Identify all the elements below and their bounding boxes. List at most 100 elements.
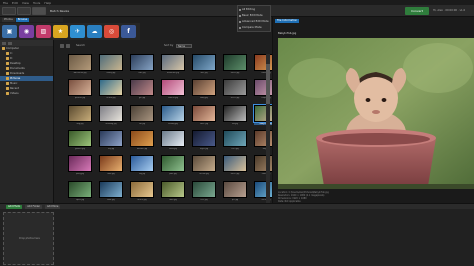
- photo-thumbnail[interactable]: garden.jpg: [68, 129, 92, 152]
- photo-thumbnail[interactable]: lake.jpg: [192, 54, 216, 76]
- edit-button[interactable]: [32, 7, 46, 15]
- photo-thumbnail[interactable]: desert.jpg: [130, 180, 154, 203]
- refresh-icon[interactable]: [8, 41, 12, 45]
- thumbnail-image: [99, 54, 123, 71]
- menu-item-edit[interactable]: Edit: [12, 1, 18, 5]
- photo-thumbnail[interactable]: river.jpg: [223, 129, 247, 152]
- thumbnail-caption: friends.jpg: [199, 173, 209, 176]
- photo-thumbnail[interactable]: sport.jpg: [68, 180, 92, 203]
- photo-editor-icon[interactable]: ▣: [2, 25, 17, 38]
- photo-thumbnail[interactable]: #Beautiful.jpg: [68, 54, 92, 76]
- toolbar-title: Batch Resize: [50, 9, 70, 13]
- photo-thumbnail[interactable]: holiday.jpg: [161, 104, 185, 127]
- photo-thumbnail[interactable]: travel.jpg: [223, 155, 247, 177]
- photo-thumbnail[interactable]: bw.jpg: [223, 104, 247, 127]
- tab-browse[interactable]: Browse: [15, 18, 30, 22]
- facebook-icon[interactable]: f: [121, 25, 136, 38]
- view-grid-icon[interactable]: [60, 43, 64, 48]
- photo-thumbnail[interactable]: night.jpg: [192, 129, 216, 152]
- folder-icon: [6, 92, 9, 95]
- thumbnail-caption: baby.jpg: [200, 97, 208, 100]
- color-wheel-icon[interactable]: ◉: [19, 25, 34, 38]
- scroll-thumb[interactable]: [266, 64, 270, 104]
- search-input[interactable]: Search: [76, 44, 85, 47]
- thumbnail-image: [130, 104, 154, 122]
- preview-image: [278, 38, 474, 189]
- rainbow-icon[interactable]: ▨: [36, 25, 51, 38]
- photo-thumbnail[interactable]: snow.jpg: [161, 129, 185, 152]
- bird-icon[interactable]: ✈: [70, 25, 85, 38]
- photo-thumbnail[interactable]: city.jpg: [99, 129, 123, 152]
- menu-item-help[interactable]: Help: [44, 1, 51, 5]
- drop-target[interactable]: Drop photos here: [3, 212, 54, 265]
- thumbnail-caption: food.jpg: [107, 173, 115, 176]
- photo-thumbnail[interactable]: autumn.jpg: [130, 129, 154, 152]
- photo-thumbnail[interactable]: street.jpg: [223, 79, 247, 101]
- wheel-icon[interactable]: ◎: [104, 25, 119, 38]
- view-list-icon[interactable]: [66, 43, 70, 48]
- photo-thumbnail[interactable]: mountain.jpg: [161, 54, 185, 76]
- tree-item-videos[interactable]: Videos: [0, 91, 53, 96]
- thumbnail-caption: mountain.jpg: [167, 72, 179, 74]
- folder-icon: [6, 62, 9, 65]
- photo-thumbnail[interactable]: kids.jpg: [130, 54, 154, 76]
- thumbnail-caption: travel.jpg: [230, 173, 240, 176]
- add-photo-button[interactable]: Add Photo: [6, 204, 23, 209]
- thumbnail-caption: wedding.jpg: [105, 122, 117, 125]
- photo-thumbnail[interactable]: farm.jpg: [161, 180, 185, 203]
- thumbnail-caption: night.jpg: [200, 147, 208, 150]
- photo-thumbnail[interactable]: family.jpg: [99, 54, 123, 76]
- thumbnail-image: [130, 180, 154, 198]
- folder-sidebar: Computer C: D: Desktop Documents Downloads Pic…: [0, 40, 54, 203]
- home-button[interactable]: [2, 7, 16, 15]
- add-folder-button[interactable]: Add Folder: [25, 204, 42, 209]
- editor-launcher-bar: ▣ ◉ ▨ ★ ✈ ☁ ◎ f: [0, 23, 140, 40]
- sort-select[interactable]: Name: [176, 43, 192, 48]
- thumbnail-image: [68, 54, 92, 71]
- photo-thumbnail[interactable]: cat.jpg: [130, 104, 154, 127]
- add-more-button[interactable]: Add More: [45, 204, 61, 209]
- folder-icon: [2, 47, 5, 50]
- up-folder-icon[interactable]: [2, 41, 6, 45]
- photo-thumbnail[interactable]: wedding.jpg: [99, 104, 123, 127]
- options-menu-item[interactable]: Compare Mode: [239, 25, 269, 31]
- photo-thumbnail[interactable]: dog.jpg: [68, 104, 92, 127]
- photo-thumbnail[interactable]: friends.jpg: [192, 155, 216, 177]
- photo-thumbnail[interactable]: forest.jpg: [223, 54, 247, 76]
- thumbnail-image: [192, 104, 216, 122]
- browser-scrollbar[interactable]: [266, 54, 270, 203]
- menu-item-tools[interactable]: Tools: [33, 1, 40, 5]
- photo-thumbnail[interactable]: food.jpg: [99, 155, 123, 177]
- thumbnail-caption: girl.jpg: [138, 97, 146, 100]
- cloud-icon[interactable]: ☁: [87, 25, 102, 38]
- photo-thumbnail[interactable]: beach.jpg: [99, 79, 123, 101]
- thumbnail-caption: cat.jpg: [138, 122, 146, 125]
- back-button[interactable]: [17, 7, 31, 15]
- thumbnail-image: [161, 79, 185, 97]
- photo-thumbnail[interactable]: party.jpg: [68, 155, 92, 177]
- photo-thumbnail[interactable]: tree.jpg: [192, 180, 216, 203]
- photo-thumbnail[interactable]: flowers.jpg: [161, 79, 185, 101]
- photo-thumbnail[interactable]: baby.jpg: [192, 79, 216, 101]
- tab-file-information[interactable]: File Information: [275, 19, 300, 23]
- photo-thumbnail[interactable]: park.jpg: [161, 155, 185, 177]
- thumbnail-caption: sky.jpg: [138, 173, 146, 176]
- thumbnail-image: [161, 155, 185, 173]
- menu-item-file[interactable]: File: [3, 1, 8, 5]
- photo-thumbnail[interactable]: girl.jpg: [130, 79, 154, 101]
- tab-photos[interactable]: Photos: [2, 18, 15, 22]
- photo-thumbnail[interactable]: boat.jpg: [99, 180, 123, 203]
- thumbnail-caption: city.jpg: [107, 147, 115, 150]
- photo-thumbnail[interactable]: sky.jpg: [130, 155, 154, 177]
- photo-thumbnail[interactable]: smile.jpg: [192, 104, 216, 127]
- convert-button[interactable]: Convert: [405, 7, 429, 15]
- star-icon[interactable]: ★: [53, 25, 68, 38]
- photo-thumbnail[interactable]: pet.jpg: [223, 180, 247, 203]
- thumbnail-caption: party.jpg: [76, 173, 84, 176]
- photo-thumbnail[interactable]: portrait.jpg: [68, 79, 92, 101]
- thumbnail-caption: river.jpg: [231, 147, 239, 150]
- tree-item-label: Videos: [10, 92, 19, 95]
- thumbnail-caption: portrait.jpg: [74, 97, 86, 100]
- menu-item-view[interactable]: View: [22, 1, 29, 5]
- user-status: Hi, Alex · 00:00:00 · v1.0: [433, 9, 466, 12]
